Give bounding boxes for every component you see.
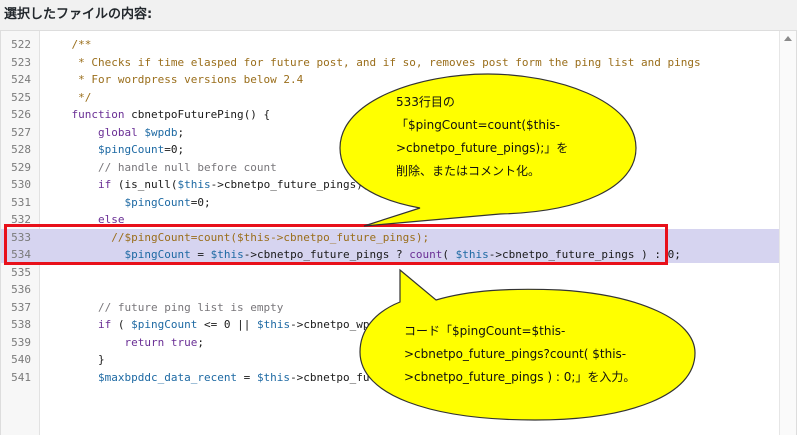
callout-top-text: 533行目の 「$pingCount=count($this- >cbnetpo… [396,91,568,183]
callout-top-line-4: 削除、またはコメント化。 [396,164,541,178]
callout-top-line-3: >cbnetpo_future_pings);」を [396,141,569,155]
callout-top-line-2: 「$pingCount=count($this- [396,118,560,132]
callout-top-line-1: 533行目の [396,95,455,109]
callout-bottom-line-2: >cbnetpo_future_pings?count( $this- [404,347,627,361]
callout-bottom-line-3: >cbnetpo_future_pings ) : 0;」を入力。 [404,370,636,384]
callout-bottom-text: コード「$pingCount=$this- >cbnetpo_future_pi… [404,320,635,389]
callout-overlay [339,73,696,421]
callout-bottom-line-1: コード「$pingCount=$this- [404,324,566,338]
